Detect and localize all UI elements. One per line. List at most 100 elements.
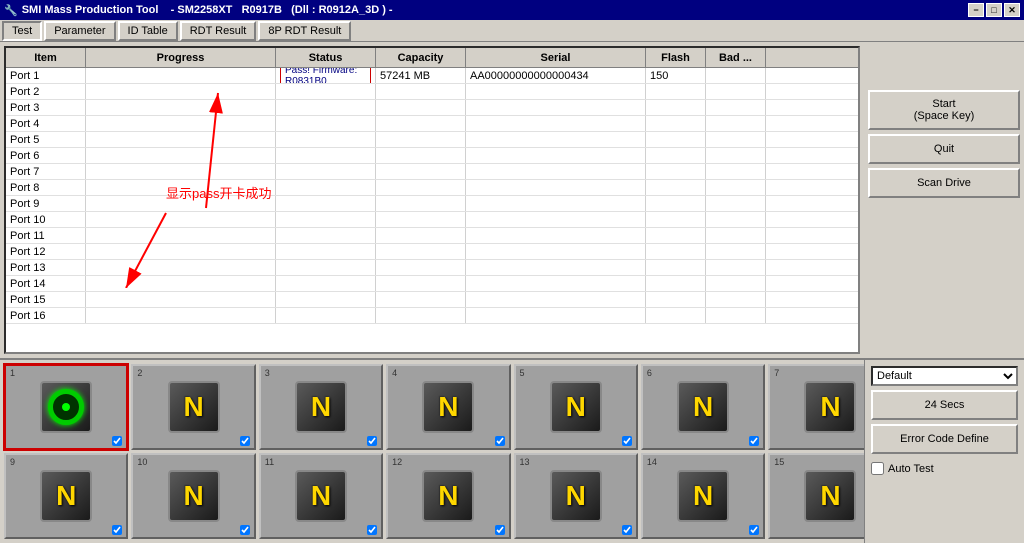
auto-test-checkbox[interactable] — [871, 462, 884, 475]
tab-rdt-result[interactable]: RDT Result — [180, 21, 257, 41]
port-14-checkbox[interactable] — [749, 525, 759, 535]
port-cell-1[interactable]: 1 — [4, 364, 128, 450]
cell-progress — [86, 132, 276, 147]
port-cell-5[interactable]: 5 — [514, 364, 638, 450]
tab-8p-rdt-result[interactable]: 8P RDT Result — [258, 21, 351, 41]
cell-item: Port 12 — [6, 244, 86, 259]
tab-test[interactable]: Test — [2, 21, 42, 41]
cell-status — [276, 116, 376, 131]
quit-button[interactable]: Quit — [868, 134, 1020, 164]
n-drive-icon — [422, 381, 474, 433]
cell-status — [276, 292, 376, 307]
cell-serial — [466, 228, 646, 243]
cell-progress — [86, 148, 276, 163]
port-number-15: 15 — [774, 457, 784, 467]
cell-item: Port 6 — [6, 148, 86, 163]
cell-status — [276, 100, 376, 115]
port-12-checkbox[interactable] — [495, 525, 505, 535]
table-row: Port 10 — [6, 212, 858, 228]
port-icon-10 — [167, 469, 221, 523]
port-icon-13 — [549, 469, 603, 523]
cell-progress — [86, 308, 276, 323]
cell-serial — [466, 116, 646, 131]
col-serial: Serial — [466, 48, 646, 67]
port-number-11: 11 — [265, 457, 274, 467]
port-10-checkbox[interactable] — [240, 525, 250, 535]
cell-progress — [86, 244, 276, 259]
cell-bad — [706, 228, 766, 243]
mode-dropdown[interactable]: Default — [871, 366, 1018, 386]
window-controls: − □ ✕ — [968, 3, 1020, 17]
cell-serial — [466, 244, 646, 259]
cell-bad — [706, 196, 766, 211]
port-2-checkbox[interactable] — [240, 436, 250, 446]
cell-capacity — [376, 116, 466, 131]
cell-bad — [706, 308, 766, 323]
port-cell-10[interactable]: 10 — [131, 453, 255, 539]
port-number-10: 10 — [137, 457, 147, 467]
port-cell-14[interactable]: 14 — [641, 453, 765, 539]
port-table: Item Progress Status Capacity Serial Fla… — [4, 46, 860, 354]
cell-progress — [86, 68, 276, 83]
cell-flash — [646, 84, 706, 99]
table-row: Port 4 — [6, 116, 858, 132]
secs-button[interactable]: 24 Secs — [871, 390, 1018, 420]
maximize-button[interactable]: □ — [986, 3, 1002, 17]
start-button[interactable]: Start(Space Key) — [868, 90, 1020, 130]
port-icon-7 — [803, 380, 857, 434]
tab-id-table[interactable]: ID Table — [118, 21, 178, 41]
cell-item: Port 8 — [6, 180, 86, 195]
port-cell-13[interactable]: 13 — [514, 453, 638, 539]
cell-serial — [466, 84, 646, 99]
port-cell-2[interactable]: 2 — [131, 364, 255, 450]
port-cell-12[interactable]: 12 — [386, 453, 510, 539]
port-4-checkbox[interactable] — [495, 436, 505, 446]
n-drive-icon — [40, 470, 92, 522]
port-number-3: 3 — [265, 368, 270, 378]
port-cell-4[interactable]: 4 — [386, 364, 510, 450]
col-item: Item — [6, 48, 86, 67]
n-drive-icon — [422, 470, 474, 522]
cell-status — [276, 276, 376, 291]
port-13-checkbox[interactable] — [622, 525, 632, 535]
cell-bad — [706, 116, 766, 131]
cell-status: Pass! Firmware: R0831B0 — [276, 68, 376, 83]
scan-drive-button[interactable]: Scan Drive — [868, 168, 1020, 198]
cell-flash — [646, 100, 706, 115]
port-5-checkbox[interactable] — [622, 436, 632, 446]
port-3-checkbox[interactable] — [367, 436, 377, 446]
cell-progress — [86, 164, 276, 179]
tab-parameter[interactable]: Parameter — [44, 21, 115, 41]
port-9-checkbox[interactable] — [112, 525, 122, 535]
cell-serial: AA00000000000000434 — [466, 68, 646, 83]
port-cell-3[interactable]: 3 — [259, 364, 383, 450]
port-number-14: 14 — [647, 457, 657, 467]
cell-bad — [706, 212, 766, 227]
port-icon-6 — [676, 380, 730, 434]
cell-serial — [466, 260, 646, 275]
cell-serial — [466, 100, 646, 115]
port-cell-6[interactable]: 6 — [641, 364, 765, 450]
cell-item: Port 16 — [6, 308, 86, 323]
port-cell-9[interactable]: 9 — [4, 453, 128, 539]
port-cell-11[interactable]: 11 — [259, 453, 383, 539]
close-button[interactable]: ✕ — [1004, 3, 1020, 17]
port-1-checkbox[interactable] — [112, 436, 122, 446]
minimize-button[interactable]: − — [968, 3, 984, 17]
col-flash: Flash — [646, 48, 706, 67]
status-pass-box: Pass! Firmware: R0831B0 — [280, 68, 371, 83]
error-code-define-button[interactable]: Error Code Define — [871, 424, 1018, 454]
port-11-checkbox[interactable] — [367, 525, 377, 535]
port-6-checkbox[interactable] — [749, 436, 759, 446]
cell-bad — [706, 100, 766, 115]
port-icon-9 — [39, 469, 93, 523]
cell-capacity — [376, 84, 466, 99]
port-number-9: 9 — [10, 457, 15, 467]
cell-item: Port 14 — [6, 276, 86, 291]
table-row: Port 9 — [6, 196, 858, 212]
cell-item: Port 13 — [6, 260, 86, 275]
n-drive-icon — [168, 381, 220, 433]
port-number-5: 5 — [520, 368, 525, 378]
cell-capacity — [376, 244, 466, 259]
cell-progress — [86, 116, 276, 131]
